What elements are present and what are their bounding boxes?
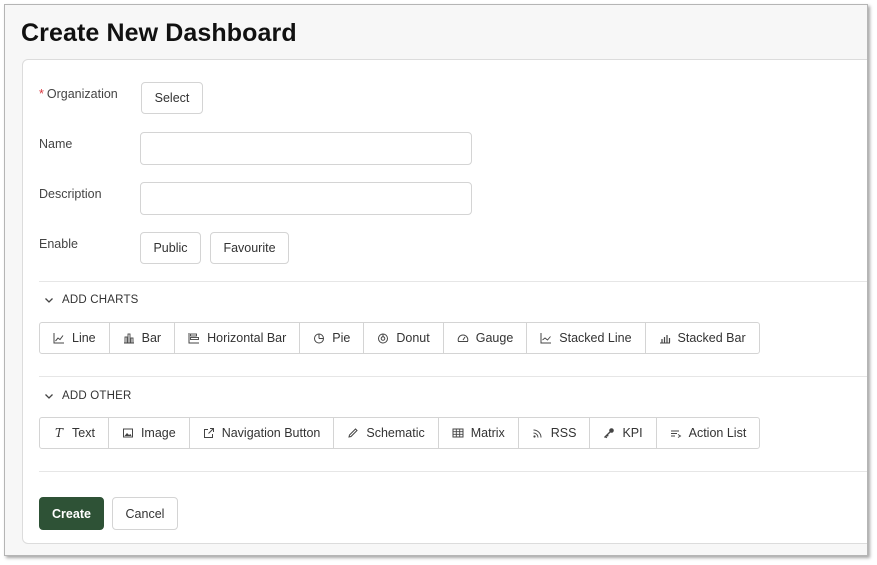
add-other-title: ADD OTHER [62, 390, 132, 402]
name-label: Name [39, 137, 73, 151]
add-text-label: Text [72, 426, 95, 440]
organization-label-text: Organization [46, 87, 118, 101]
add-charts-toggle[interactable]: ADD CHARTS [43, 294, 139, 306]
add-gauge-button[interactable]: Gauge [442, 322, 528, 354]
favourite-toggle-button[interactable]: Favourite [210, 232, 289, 264]
add-charts-title: ADD CHARTS [62, 294, 139, 306]
name-input[interactable] [140, 132, 472, 165]
other-widget-group: T Text Image Navigation Button Schematic… [39, 417, 761, 449]
chevron-down-icon [45, 298, 53, 303]
add-kpi-button[interactable]: KPI [589, 417, 657, 449]
organization-select-button[interactable]: Select [141, 82, 203, 114]
stacked-line-icon [540, 332, 552, 344]
stacked-bar-icon [659, 332, 671, 344]
add-stacked-line-button[interactable]: Stacked Line [526, 322, 646, 354]
required-mark: * [39, 87, 44, 101]
pencil-icon [347, 427, 359, 439]
pie-chart-icon [313, 332, 325, 344]
add-rss-button[interactable]: RSS [517, 417, 591, 449]
add-gauge-label: Gauge [475, 331, 514, 345]
bar-chart-icon [123, 332, 135, 344]
add-pie-chart-label: Pie [332, 331, 351, 345]
add-schematic-button[interactable]: Schematic [333, 417, 439, 449]
add-stacked-line-label: Stacked Line [559, 331, 632, 345]
horizontal-bar-icon [188, 332, 200, 344]
add-pie-chart-button[interactable]: Pie [299, 322, 365, 354]
gauge-icon [457, 332, 469, 344]
add-action-list-label: Action List [688, 426, 747, 440]
add-line-chart-button[interactable]: Line [39, 322, 110, 354]
page-title: Create New Dashboard [21, 19, 297, 47]
add-matrix-button[interactable]: Matrix [437, 417, 519, 449]
organization-label: * Organization [39, 87, 118, 101]
dashboard-window: Create New Dashboard * Organization Selec… [4, 4, 868, 556]
add-donut-chart-label: Donut [396, 331, 430, 345]
create-button[interactable]: Create [39, 497, 104, 530]
enable-label: Enable [39, 237, 78, 251]
text-icon: T [54, 426, 63, 440]
add-matrix-label: Matrix [470, 426, 505, 440]
add-image-label: Image [140, 426, 176, 440]
form-card: * Organization Select Name Description En… [22, 59, 867, 544]
add-horizontal-bar-label: Horizontal Bar [207, 331, 287, 345]
divider [39, 376, 867, 377]
cancel-button[interactable]: Cancel [112, 497, 178, 530]
divider [39, 281, 867, 282]
table-icon [452, 427, 464, 439]
add-image-button[interactable]: Image [107, 417, 190, 449]
chevron-down-icon [45, 394, 53, 399]
add-other-toggle[interactable]: ADD OTHER [43, 390, 132, 402]
add-stacked-bar-button[interactable]: Stacked Bar [644, 322, 760, 354]
add-bar-chart-button[interactable]: Bar [108, 322, 176, 354]
add-horizontal-bar-button[interactable]: Horizontal Bar [174, 322, 301, 354]
add-line-chart-label: Line [72, 331, 96, 345]
add-donut-chart-button[interactable]: Donut [363, 322, 444, 354]
add-schematic-label: Schematic [366, 426, 425, 440]
rss-icon [532, 427, 544, 439]
divider [39, 471, 867, 472]
add-rss-label: RSS [550, 426, 577, 440]
add-action-list-button[interactable]: Action List [655, 417, 761, 449]
public-toggle-button[interactable]: Public [140, 232, 201, 264]
add-stacked-bar-label: Stacked Bar [677, 331, 746, 345]
description-label: Description [39, 187, 102, 201]
add-text-button[interactable]: T Text [39, 417, 109, 449]
external-link-icon [203, 427, 215, 439]
add-bar-chart-label: Bar [141, 331, 162, 345]
add-navigation-button-button[interactable]: Navigation Button [188, 417, 335, 449]
chart-type-group: Line Bar Horizontal Bar Pie Donut Gauge [39, 322, 760, 354]
add-kpi-label: KPI [622, 426, 643, 440]
donut-chart-icon [377, 332, 389, 344]
key-icon [603, 427, 615, 439]
list-icon [670, 427, 682, 439]
line-chart-icon [53, 332, 65, 344]
description-input[interactable] [140, 182, 472, 215]
image-icon [122, 427, 134, 439]
add-navigation-button-label: Navigation Button [221, 426, 321, 440]
